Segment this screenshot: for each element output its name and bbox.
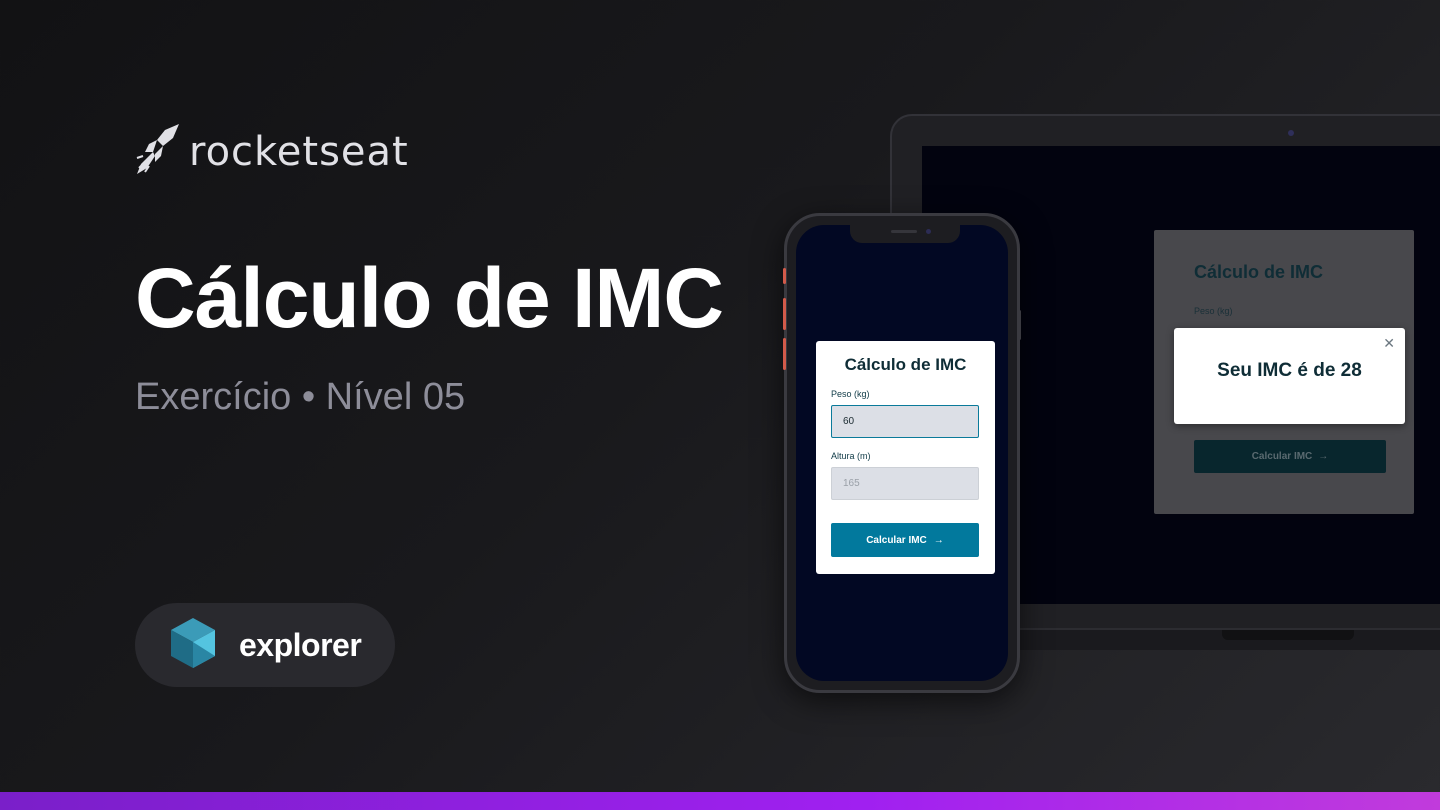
- phone-mute-button: [783, 268, 786, 284]
- desktop-calculate-button[interactable]: Calcular IMC →: [1194, 440, 1386, 473]
- explorer-badge: explorer: [135, 603, 395, 687]
- phone-mockup: Cálculo de IMC Peso (kg) 60 Altura (m) 1…: [783, 213, 1021, 693]
- mobile-imc-card: Cálculo de IMC Peso (kg) 60 Altura (m) 1…: [816, 341, 995, 574]
- rocket-icon: [135, 122, 181, 181]
- phone-camera: [926, 229, 931, 234]
- brand-logo: rocketseat: [135, 122, 409, 181]
- mobile-height-label: Altura (m): [831, 451, 871, 461]
- laptop-camera: [1288, 130, 1294, 136]
- phone-speaker: [891, 230, 917, 233]
- phone-volume-up-button: [783, 298, 786, 330]
- phone-notch: [850, 225, 960, 243]
- page-title: Cálculo de IMC: [135, 251, 724, 345]
- desktop-calculate-label: Calcular IMC: [1251, 451, 1313, 462]
- height-input[interactable]: 165: [831, 467, 979, 500]
- mobile-card-title: Cálculo de IMC: [844, 355, 967, 374]
- explorer-label: explorer: [239, 626, 362, 663]
- desktop-card-title: Cálculo de IMC: [1194, 262, 1324, 282]
- phone-volume-down-button: [783, 338, 786, 370]
- mobile-calculate-label: Calcular IMC: [866, 534, 927, 546]
- explorer-cube-icon: [169, 616, 217, 675]
- laptop-hinge-notch: [1222, 630, 1354, 640]
- phone-power-button: [1018, 310, 1021, 340]
- mobile-calculate-button[interactable]: Calcular IMC →: [831, 523, 979, 557]
- arrow-right-icon: →: [933, 534, 944, 546]
- close-icon[interactable]: ✕: [1383, 336, 1395, 350]
- brand-name: rocketseat: [189, 128, 409, 175]
- result-text: Seu IMC é de 28: [1217, 360, 1362, 381]
- page-subtitle: Exercício • Nível 05: [135, 376, 466, 418]
- mobile-weight-label: Peso (kg): [831, 389, 870, 399]
- weight-input[interactable]: 60: [831, 405, 979, 438]
- result-modal: ✕ Seu IMC é de 28: [1174, 328, 1405, 424]
- desktop-weight-label: Peso (kg): [1194, 306, 1233, 316]
- phone-screen: Cálculo de IMC Peso (kg) 60 Altura (m) 1…: [796, 225, 1008, 681]
- bottom-accent-bar: [0, 792, 1440, 810]
- arrow-right-icon: →: [1318, 451, 1329, 462]
